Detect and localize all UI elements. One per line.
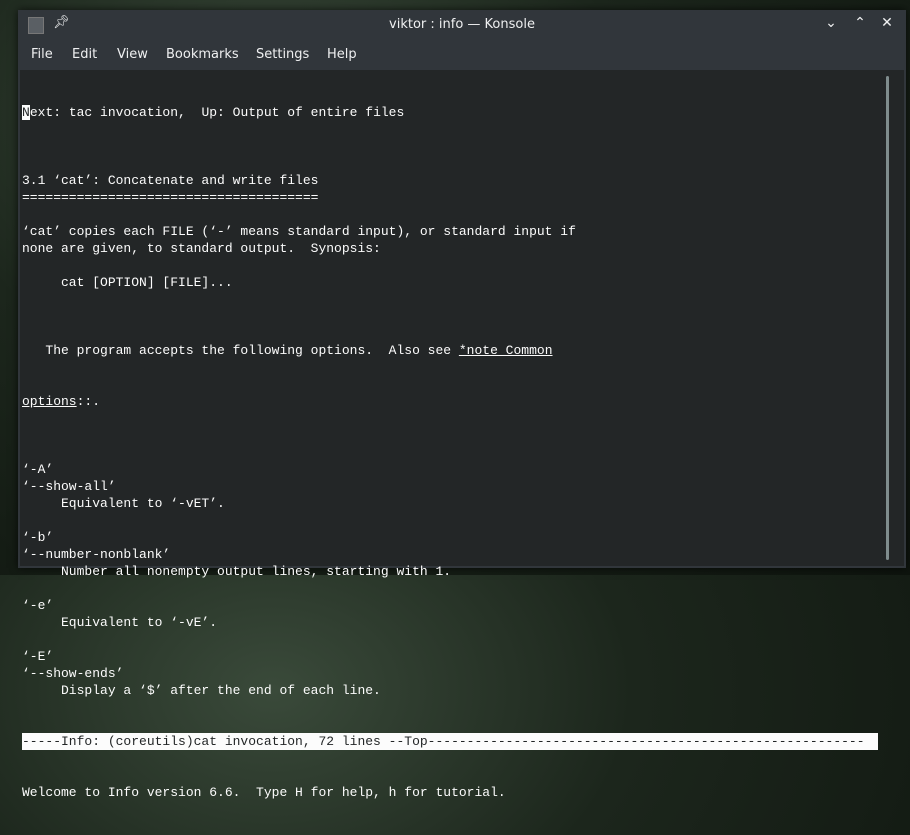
konsole-window: 📌︎ viktor : info — Konsole ⌄ ⌃ ✕ File Ed…	[18, 10, 906, 800]
maximize-button[interactable]: ⌃	[851, 15, 869, 31]
terminal-line: ======================================	[22, 190, 319, 205]
info-mode-line: -----Info: (coreutils)cat invocation, 72…	[22, 733, 878, 750]
title-bar[interactable]: 📌︎ viktor : info — Konsole ⌄ ⌃ ✕	[18, 10, 906, 39]
terminal-line: cat [OPTION] [FILE]...	[22, 275, 233, 290]
terminal-line: options::.	[22, 393, 878, 410]
terminal-line: Next: tac invocation, Up: Output of enti…	[22, 104, 878, 121]
scrollbar[interactable]	[886, 76, 889, 560]
menu-help[interactable]: Help	[327, 47, 357, 62]
menu-view[interactable]: View	[117, 47, 148, 62]
terminal-cursor: N	[22, 105, 30, 120]
terminal-line: ‘--show-ends’	[22, 666, 124, 681]
terminal-line: ‘--number-nonblank’	[22, 547, 171, 562]
info-nav-header: ext: tac invocation, Up: Output of entir…	[29, 105, 405, 120]
terminal-line: ‘-e’	[22, 598, 54, 613]
terminal-area[interactable]: Next: tac invocation, Up: Output of enti…	[20, 70, 904, 800]
terminal-line: ‘-A’	[22, 462, 54, 477]
terminal-line: Number all nonempty output lines, starti…	[22, 564, 452, 579]
terminal-line: ‘cat’ copies each FILE (‘-’ means standa…	[22, 224, 576, 239]
menu-settings[interactable]: Settings	[256, 47, 309, 62]
terminal-line: The program accepts the following option…	[22, 342, 878, 359]
terminal-line: ‘-E’	[22, 649, 54, 664]
menu-file[interactable]: File	[31, 47, 53, 62]
xref-link-common-options[interactable]: *note Common	[459, 343, 553, 358]
menu-edit[interactable]: Edit	[72, 47, 97, 62]
terminal-line: Equivalent to ‘-vET’.	[22, 496, 225, 511]
info-echo-area: Welcome to Info version 6.6. Type H for …	[22, 785, 506, 800]
line-text: ::.	[76, 394, 101, 409]
terminal-line: none are given, to standard output. Syno…	[22, 241, 381, 256]
menu-bar: File Edit View Bookmarks Settings Help	[18, 39, 906, 69]
terminal-line: 3.1 ‘cat’: Concatenate and write files	[22, 173, 319, 188]
window-title: viktor : info — Konsole	[389, 17, 535, 32]
terminal-line: Equivalent to ‘-vE’.	[22, 615, 218, 630]
menu-bookmarks[interactable]: Bookmarks	[166, 47, 239, 62]
close-button[interactable]: ✕	[878, 15, 896, 31]
terminal-line: ‘--show-all’	[22, 479, 116, 494]
xref-link-options[interactable]: options	[22, 394, 77, 409]
line-text: The program accepts the following option…	[22, 343, 459, 358]
terminal-line: ‘-b’	[22, 530, 54, 545]
terminal-line: Display a ‘$’ after the end of each line…	[22, 683, 381, 698]
minimize-button[interactable]: ⌄	[822, 15, 840, 31]
